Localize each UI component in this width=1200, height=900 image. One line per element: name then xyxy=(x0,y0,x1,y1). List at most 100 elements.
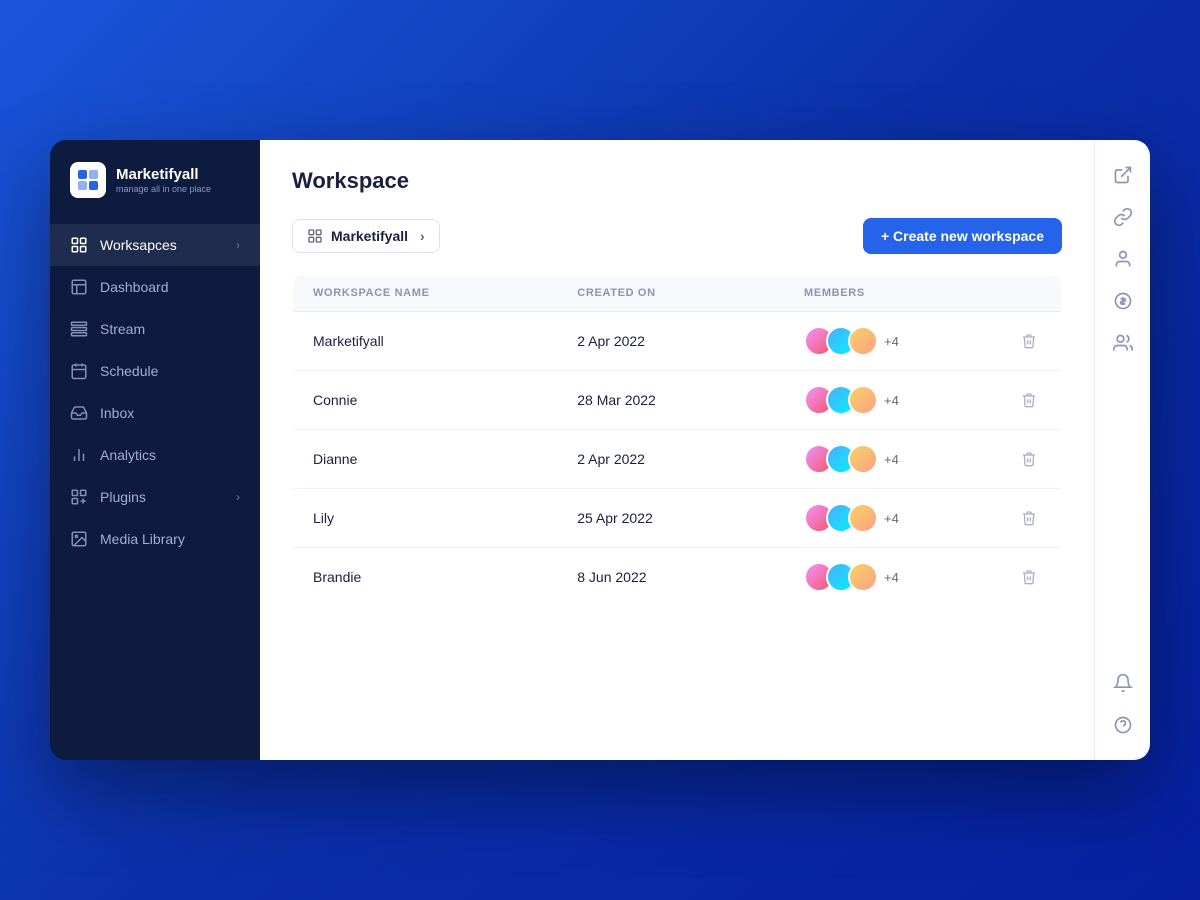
col-header-created: CREATED ON xyxy=(557,275,784,312)
arrow-icon: › xyxy=(236,238,240,252)
delete-workspace-button[interactable] xyxy=(1017,565,1041,589)
team-icon xyxy=(1113,333,1133,353)
delete-workspace-button[interactable] xyxy=(1017,506,1041,530)
sidebar-item-workspaces[interactable]: Worksapces › xyxy=(50,224,260,266)
trash-icon xyxy=(1021,392,1037,408)
action-cell xyxy=(997,430,1062,489)
logo-sub: manage all in one place xyxy=(116,184,211,194)
table-row: Brandie8 Jun 2022 +4 xyxy=(293,548,1062,607)
sidebar-item-dashboard-label: Dashboard xyxy=(100,279,169,295)
members-cell: +4 xyxy=(784,489,997,548)
sidebar-item-inbox-label: Inbox xyxy=(100,405,134,421)
dollar-icon xyxy=(1113,291,1133,311)
sidebar: Marketifyall manage all in one place Wor… xyxy=(50,140,260,760)
delete-workspace-button[interactable] xyxy=(1017,447,1041,471)
plugins-arrow-icon: › xyxy=(236,490,240,504)
workspace-name-cell: Lily xyxy=(293,489,558,548)
action-cell xyxy=(997,548,1062,607)
members-more-count: +4 xyxy=(884,511,899,526)
dashboard-icon xyxy=(70,278,88,296)
delete-workspace-button[interactable] xyxy=(1017,329,1041,353)
members-more-count: +4 xyxy=(884,452,899,467)
logo-text-area: Marketifyall manage all in one place xyxy=(116,166,211,194)
schedule-icon xyxy=(70,362,88,380)
workspace-selector-icon xyxy=(307,228,323,244)
members-cell: +4 xyxy=(784,312,997,371)
sidebar-item-workspaces-label: Worksapces xyxy=(100,237,177,253)
logo-area: Marketifyall manage all in one place xyxy=(50,140,260,216)
workspace-name-cell: Brandie xyxy=(293,548,558,607)
sidebar-item-analytics[interactable]: Analytics xyxy=(50,434,260,476)
create-workspace-label: + Create new workspace xyxy=(881,228,1044,244)
delete-workspace-button[interactable] xyxy=(1017,388,1041,412)
sidebar-navigation: Worksapces › Dashboard Stream Schedule xyxy=(50,216,260,760)
sidebar-item-dashboard[interactable]: Dashboard xyxy=(50,266,260,308)
created-date-cell: 25 Apr 2022 xyxy=(557,489,784,548)
user-icon xyxy=(1113,249,1133,269)
table-row: Dianne2 Apr 2022 +4 xyxy=(293,430,1062,489)
grid-icon xyxy=(70,236,88,254)
external-link-button[interactable] xyxy=(1104,156,1142,194)
help-button[interactable] xyxy=(1104,706,1142,744)
avatar xyxy=(848,385,878,415)
workspace-selector-button[interactable]: Marketifyall › xyxy=(292,219,440,253)
team-button[interactable] xyxy=(1104,324,1142,362)
created-date-cell: 28 Mar 2022 xyxy=(557,371,784,430)
col-header-action xyxy=(997,275,1062,312)
table-header-row: WORKSPACE NAME CREATED ON MEMBERS xyxy=(293,275,1062,312)
workspace-name-cell: Dianne xyxy=(293,430,558,489)
workspace-name-cell: Connie xyxy=(293,371,558,430)
sidebar-item-plugins[interactable]: Plugins › xyxy=(50,476,260,518)
sidebar-item-analytics-label: Analytics xyxy=(100,447,156,463)
sidebar-item-media-library[interactable]: Media Library xyxy=(50,518,260,560)
content-area: Workspace Marketifyall › + Create new wo… xyxy=(260,140,1094,760)
created-date-cell: 8 Jun 2022 xyxy=(557,548,784,607)
user-button[interactable] xyxy=(1104,240,1142,278)
action-cell xyxy=(997,489,1062,548)
members-more-count: +4 xyxy=(884,334,899,349)
trash-icon xyxy=(1021,510,1037,526)
external-link-icon xyxy=(1113,165,1133,185)
action-cell xyxy=(997,312,1062,371)
avatar xyxy=(848,444,878,474)
sidebar-item-plugins-label: Plugins xyxy=(100,489,146,505)
logo-icon xyxy=(70,162,106,198)
main-area: Workspace Marketifyall › + Create new wo… xyxy=(260,140,1094,760)
inbox-icon xyxy=(70,404,88,422)
page-title: Workspace xyxy=(292,168,1062,194)
link-icon xyxy=(1113,207,1133,227)
bell-icon xyxy=(1113,673,1133,693)
workspace-name-cell: Marketifyall xyxy=(293,312,558,371)
table-row: Lily25 Apr 2022 +4 xyxy=(293,489,1062,548)
created-date-cell: 2 Apr 2022 xyxy=(557,312,784,371)
members-cell: +4 xyxy=(784,548,997,607)
members-more-count: +4 xyxy=(884,570,899,585)
stream-icon xyxy=(70,320,88,338)
col-header-name: WORKSPACE NAME xyxy=(293,275,558,312)
sidebar-item-media-label: Media Library xyxy=(100,531,185,547)
action-cell xyxy=(997,371,1062,430)
created-date-cell: 2 Apr 2022 xyxy=(557,430,784,489)
col-header-members: MEMBERS xyxy=(784,275,997,312)
avatar xyxy=(848,562,878,592)
table-row: Connie28 Mar 2022 +4 xyxy=(293,371,1062,430)
workspace-table: WORKSPACE NAME CREATED ON MEMBERS Market… xyxy=(292,274,1062,607)
dollar-button[interactable] xyxy=(1104,282,1142,320)
avatar xyxy=(848,326,878,356)
trash-icon xyxy=(1021,333,1037,349)
sidebar-item-schedule-label: Schedule xyxy=(100,363,158,379)
analytics-icon xyxy=(70,446,88,464)
toolbar: Marketifyall › + Create new workspace xyxy=(292,218,1062,254)
create-workspace-button[interactable]: + Create new workspace xyxy=(863,218,1062,254)
sidebar-item-stream[interactable]: Stream xyxy=(50,308,260,350)
workspace-selector-label: Marketifyall xyxy=(331,228,408,244)
sidebar-item-schedule[interactable]: Schedule xyxy=(50,350,260,392)
bell-button[interactable] xyxy=(1104,664,1142,702)
sidebar-item-inbox[interactable]: Inbox xyxy=(50,392,260,434)
chevron-icon: › xyxy=(420,228,425,244)
members-more-count: +4 xyxy=(884,393,899,408)
members-cell: +4 xyxy=(784,371,997,430)
right-panel xyxy=(1094,140,1150,760)
avatar xyxy=(848,503,878,533)
link-button[interactable] xyxy=(1104,198,1142,236)
